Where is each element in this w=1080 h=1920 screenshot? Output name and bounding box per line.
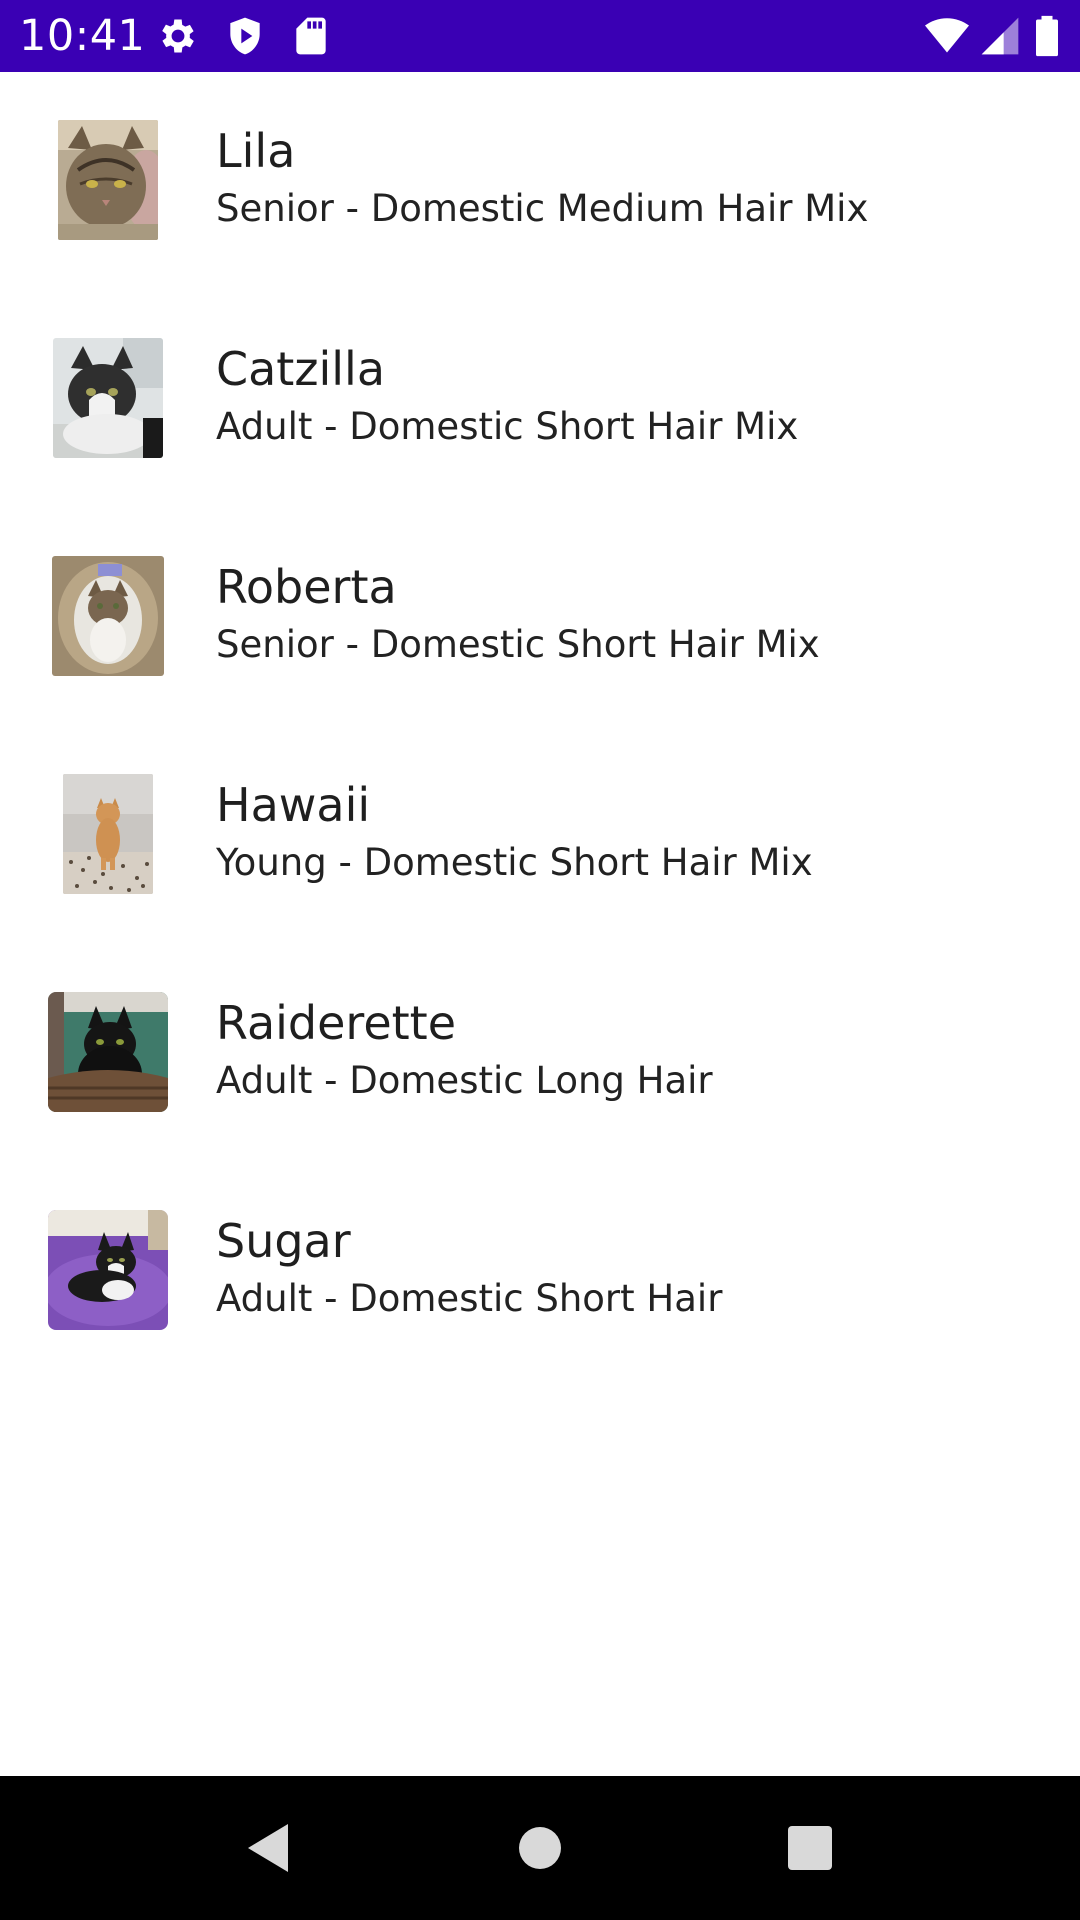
recents-icon[interactable] [774, 1812, 846, 1884]
shield-play-icon [223, 14, 267, 58]
thumbnail-frame [47, 555, 169, 677]
status-bar: 10:41 [0, 0, 1080, 72]
sd-card-icon [289, 14, 333, 58]
thumbnail-frame [47, 991, 169, 1113]
cat-name: Lila [216, 124, 296, 178]
black-white-cat-photo [53, 338, 163, 458]
cat-description: Senior - Domestic Short Hair Mix [216, 623, 820, 666]
battery-icon [1030, 14, 1064, 58]
cat-name: Raiderette [216, 996, 456, 1050]
list-item[interactable]: Roberta Senior - Domestic Short Hair Mix [0, 508, 1080, 726]
cat-description: Senior - Domestic Medium Hair Mix [216, 187, 869, 230]
list-item[interactable]: Raiderette Adult - Domestic Long Hair [0, 944, 1080, 1162]
wifi-icon [922, 14, 972, 58]
list-item[interactable]: Hawaii Young - Domestic Short Hair Mix [0, 726, 1080, 944]
thumbnail-frame [47, 1209, 169, 1331]
tabby-cat-photo [58, 120, 158, 240]
navigation-bar [0, 1776, 1080, 1920]
cat-description: Adult - Domestic Short Hair Mix [216, 405, 799, 448]
screen: 10:41 Lila Senior - Domestic Medium Hair… [0, 0, 1080, 1920]
cat-name: Sugar [216, 1214, 351, 1268]
black-cat-photo [48, 992, 168, 1112]
back-icon[interactable] [232, 1812, 304, 1884]
thumbnail-frame [47, 773, 169, 895]
cat-list: Lila Senior - Domestic Medium Hair Mix C… [0, 72, 1080, 1380]
list-item[interactable]: Catzilla Adult - Domestic Short Hair Mix [0, 290, 1080, 508]
home-icon[interactable] [504, 1812, 576, 1884]
status-time: 10:41 [19, 11, 146, 61]
thumbnail-frame [47, 337, 169, 459]
gear-icon [156, 14, 200, 58]
cell-signal-icon [978, 14, 1022, 58]
cat-description: Adult - Domestic Long Hair [216, 1059, 713, 1102]
cat-name: Hawaii [216, 778, 371, 832]
calico-cat-photo [52, 556, 164, 676]
tuxedo-cat-photo [48, 1210, 168, 1330]
orange-cat-photo [63, 774, 153, 894]
cat-name: Catzilla [216, 342, 386, 396]
cat-description: Young - Domestic Short Hair Mix [216, 841, 813, 884]
list-item[interactable]: Sugar Adult - Domestic Short Hair [0, 1162, 1080, 1380]
thumbnail-frame [47, 119, 169, 241]
cat-description: Adult - Domestic Short Hair [216, 1277, 723, 1320]
list-item[interactable]: Lila Senior - Domestic Medium Hair Mix [0, 72, 1080, 290]
cat-name: Roberta [216, 560, 397, 614]
